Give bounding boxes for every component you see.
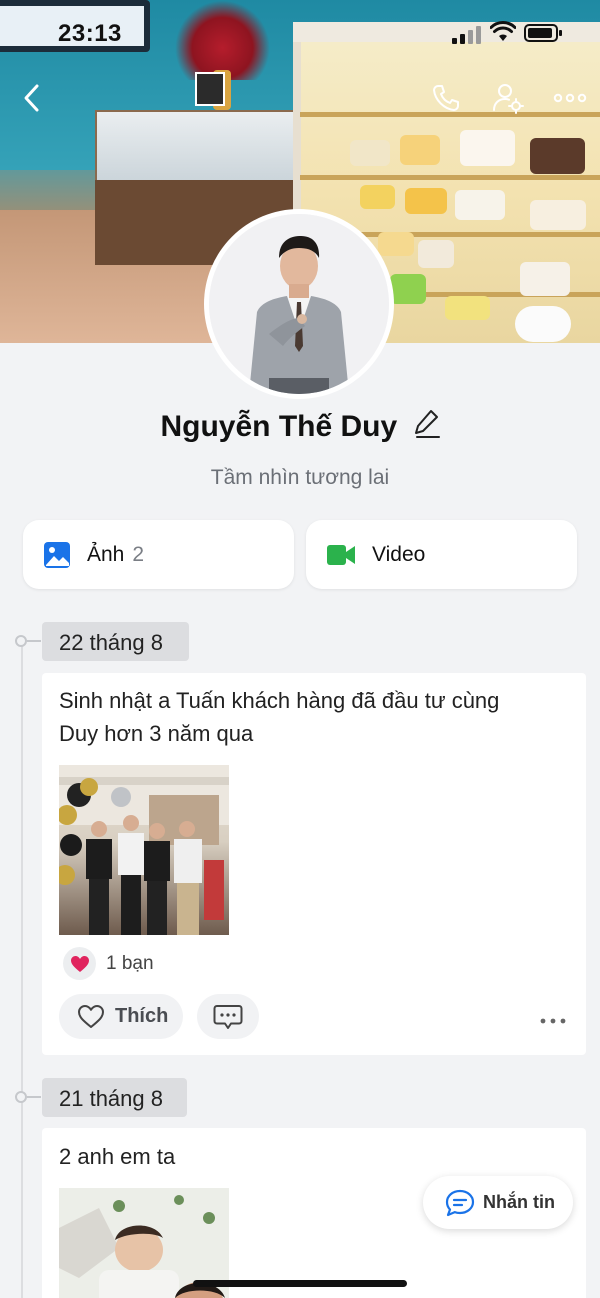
chevron-left-icon [24,84,39,112]
profile-name: Nguyễn Thế Duy [160,410,398,443]
more-horizontal-icon [553,93,587,103]
home-indicator[interactable] [193,1280,407,1287]
timeline-node [15,1091,27,1103]
timeline-connector [27,640,41,642]
post-card: Sinh nhật a Tuấn khách hàng đã đầu tư cù… [42,673,586,1055]
comment-button[interactable] [197,994,259,1039]
back-button[interactable] [14,80,50,116]
pencil-icon [414,410,440,438]
like-label: Thích [115,1005,169,1027]
photos-count: 2 [132,542,145,566]
photos-tile[interactable]: Ảnh 2 [23,520,294,589]
profile-bio: Tầm nhìn tương lai [210,466,390,489]
more-options-button[interactable] [552,80,588,116]
date-chip: 22 tháng 8 [42,622,189,661]
comment-icon [213,1004,243,1029]
like-button[interactable]: Thích [59,994,183,1039]
more-horizontal-icon [540,1018,566,1024]
user-settings-icon [493,84,524,114]
wifi-icon [490,21,516,41]
video-camera-icon [327,544,355,565]
reaction-count: 1 bạn [106,952,154,974]
chat-bubble-icon [445,1189,475,1216]
video-tile[interactable]: Video [306,520,577,589]
post-text-line: Sinh nhật a Tuấn khách hàng đã đầu tư cù… [59,688,500,713]
post-photo[interactable] [59,765,229,935]
post-text-line: 2 anh em ta [59,1144,176,1169]
avatar-photo [209,214,389,394]
send-message-label: Nhắn tin [483,1192,555,1212]
image-icon [44,541,70,568]
profile-avatar[interactable] [204,209,394,399]
heart-outline-icon [78,1005,104,1028]
battery-icon [524,24,562,42]
post-more-button[interactable] [540,1011,566,1029]
call-button[interactable] [428,80,464,116]
post-text-line: Duy hơn 3 năm qua [59,721,254,746]
timeline-node [15,635,27,647]
profile-settings-button[interactable] [490,80,526,116]
timeline-line [21,640,23,1298]
reaction-summary[interactable]: 1 bạn [63,947,154,980]
phone-icon [433,85,459,111]
profile-name-row: Nguyễn Thế Duy [0,408,600,446]
status-time: 23:13 [58,20,122,47]
status-bar: 23:13 [0,0,600,64]
date-chip: 21 tháng 8 [42,1078,187,1117]
video-label: Video [372,542,426,566]
heart-reaction-icon [63,947,96,980]
timeline-connector [27,1096,41,1098]
send-message-button[interactable]: Nhắn tin [423,1176,573,1229]
cellular-signal-icon [452,24,482,44]
photos-label: Ảnh [87,542,125,566]
edit-name-button[interactable] [414,408,440,446]
